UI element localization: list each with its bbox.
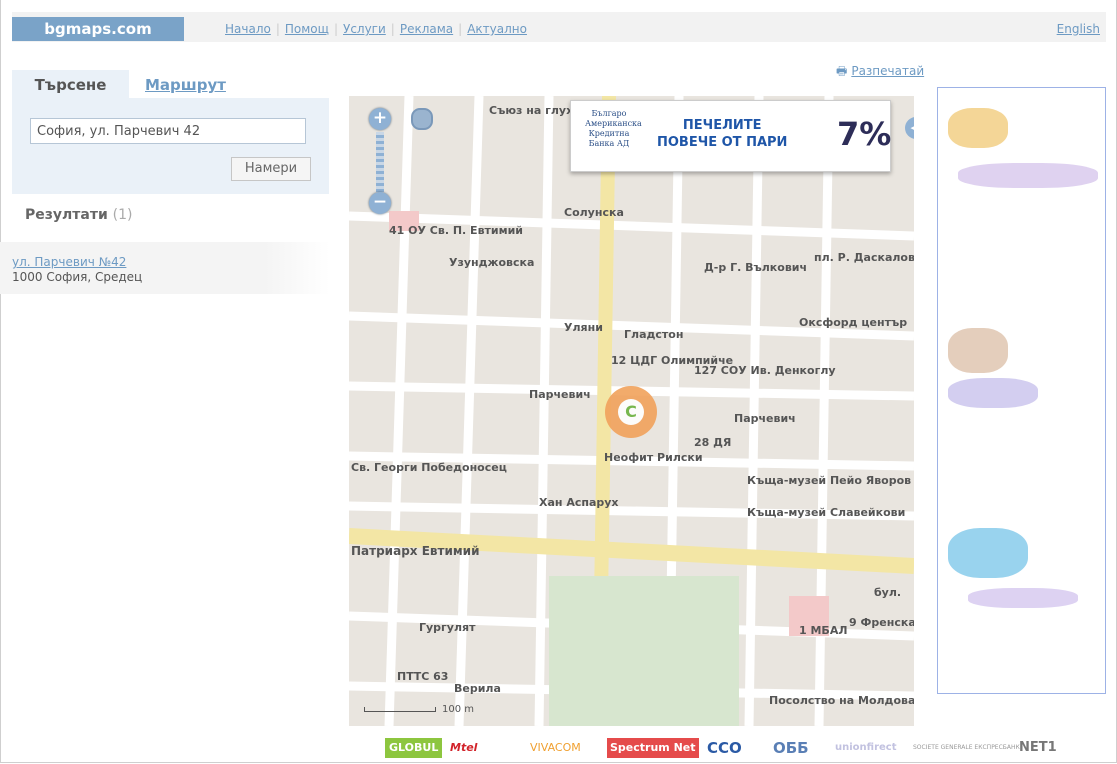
results-heading: Резултати (1) [25,207,132,223]
ad-image [968,588,1078,608]
logo-unionfirect[interactable]: unionfirect [835,738,897,758]
map-label: Къща-музей Пейо Яворов [747,474,912,487]
zoom-in-button[interactable]: + [369,108,391,130]
tab-route[interactable]: Маршрут [145,70,226,98]
map-label: Оксфорд център [799,316,908,329]
partner-logos: GLOBUL Mtel VIVACOM Spectrum Net CCO ОББ… [385,738,1085,758]
layer-globe-icon[interactable] [411,108,433,130]
map-label: ПТТС 63 [397,670,449,683]
logo-cco[interactable]: CCO [707,738,742,758]
nav-services[interactable]: Услуги [343,22,386,36]
map-label: Св. Георги Победоносец [351,461,507,474]
language-link[interactable]: English [1057,22,1100,36]
ad-image [948,108,1008,148]
ad-image [958,163,1098,188]
search-box: Намери [12,98,329,194]
map-label: 127 СОУ Ив. Денкоглу [694,364,836,377]
map-label: Узунджовска [449,256,535,269]
map-ad-banner[interactable]: Българо Американска Кредитна Банка АД ПЕ… [570,100,891,172]
ad-image [948,328,1008,373]
map-label: 41 ОУ Св. П. Евтимий [389,224,524,237]
map-label: Посолство на Молдова [769,694,914,707]
results-count: (1) [112,207,133,223]
print-link[interactable]: 🖶 Разпечатай [836,62,924,83]
printer-icon: 🖶 [836,64,848,78]
map-scale: 100 m [364,704,474,715]
logo-vivacom[interactable]: VIVACOM [530,738,581,758]
zoom-control: + − [369,108,391,214]
logo-globul[interactable]: GLOBUL [385,738,443,758]
map-label: Парчевич [734,412,796,425]
nav-news[interactable]: Актуално [467,22,527,36]
map-label: 9 Френска гимназия [849,616,914,629]
nav-advertising[interactable]: Реклама [400,22,453,36]
nav-home[interactable]: Начало [225,22,271,36]
map-view[interactable]: Съюз на глухите в България Солунска Улян… [349,96,914,726]
zoom-out-button[interactable]: − [369,192,391,214]
map-label: Уляни [564,321,603,334]
map-label: Верила [454,682,501,695]
results-label: Резултати [25,207,108,223]
map-label: Неофит Рилски [604,451,703,464]
logo-ubb[interactable]: ОББ [773,738,809,758]
result-item[interactable]: ул. Парчевич №42 1000 София, Средец [0,242,330,294]
map-label: Патриарх Евтимий [351,544,480,558]
logo-mtel[interactable]: Mtel [450,738,477,758]
ad-image [948,378,1038,408]
main-nav: Начало | Помощ | Услуги | Реклама | Актуално [225,22,527,36]
ad-slogan: ПЕЧЕЛИТЕ ПОВЕЧЕ ОТ ПАРИ [657,118,788,150]
map-label: Гладстон [624,328,684,341]
map-label: Гургулят [419,621,476,634]
location-marker-icon[interactable]: C [605,386,657,438]
find-button[interactable]: Намери [231,157,311,181]
map-label: Къща-музей Славейкови [747,506,906,519]
map-label: бул. [874,586,902,599]
ad-percent: 7% [837,115,892,153]
map-label: 1 МБАЛ [799,624,848,637]
logo-spectrum-net[interactable]: Spectrum Net [607,738,699,758]
ad-bank-name: Българо Американска Кредитна Банка АД [585,109,642,148]
map-label: Д-р Г. Вълкович [704,261,808,274]
search-tabs: Търсене Маршрут [12,70,329,98]
logo-net1[interactable]: NET1 [1019,738,1057,758]
map-label: пл. Р. Даскалов [814,251,914,264]
map-label: Хан Аспарух [539,496,619,509]
map-label: 28 ДЯ [694,436,732,449]
zoom-slider[interactable] [376,132,384,192]
tab-search[interactable]: Търсене [12,70,129,98]
ad-image [948,528,1028,578]
map-label: Парчевич [529,388,591,401]
top-bar: bgmaps.com Начало | Помощ | Услуги | Реклама | А… [12,12,1106,42]
site-logo[interactable]: bgmaps.com [12,17,184,41]
right-ad-column[interactable] [937,87,1106,694]
nav-help[interactable]: Помощ [285,22,329,36]
result-address: 1000 София, Средец [12,270,143,284]
result-title-link[interactable]: ул. Парчевич №42 [12,255,126,269]
map-label: Солунска [564,206,624,219]
search-input[interactable] [30,118,306,144]
logo-societe-generale[interactable]: SOCIETE GENERALE ЕКСПРЕСБАНК [913,738,1020,758]
